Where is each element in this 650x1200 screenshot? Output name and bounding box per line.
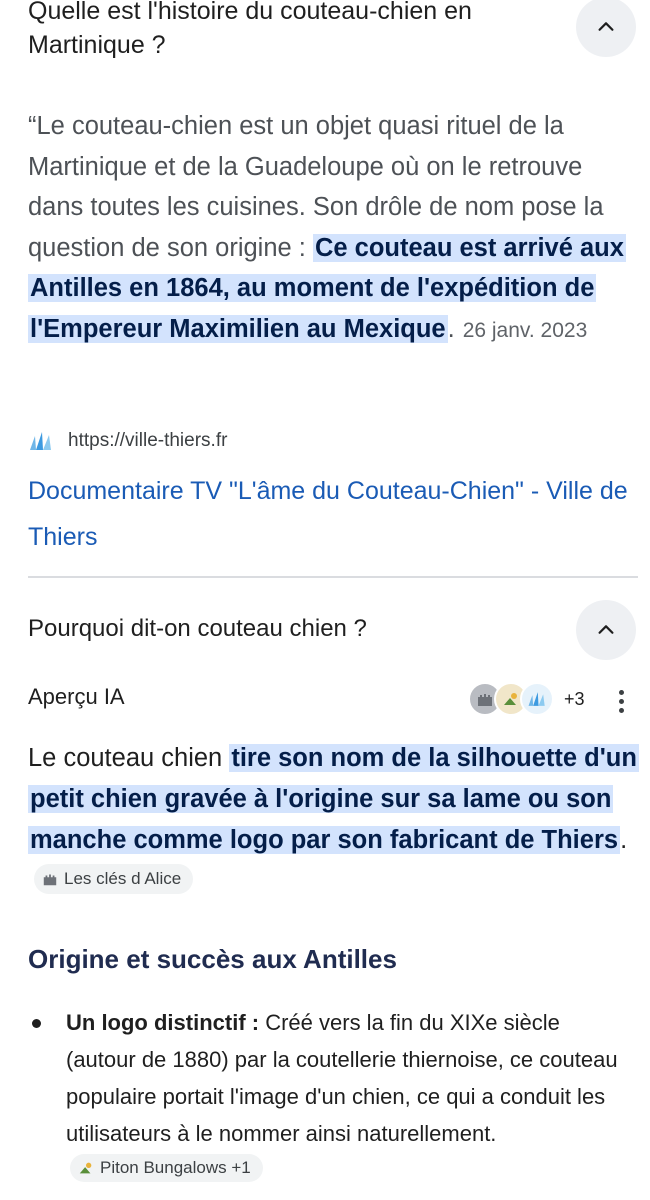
divider bbox=[28, 576, 638, 578]
ville-thiers-thumbnail-icon bbox=[520, 682, 554, 716]
collapse-button-2[interactable] bbox=[576, 600, 636, 660]
faq-question-2[interactable]: Pourquoi dit-on couteau chien ? bbox=[28, 612, 548, 646]
more-sources-count: +3 bbox=[564, 688, 585, 709]
castle-icon bbox=[43, 874, 57, 886]
kebab-dot bbox=[618, 707, 624, 713]
kebab-dot bbox=[618, 689, 624, 695]
more-options-button[interactable] bbox=[611, 684, 631, 718]
source-row[interactable]: https://ville-thiers.fr bbox=[28, 426, 227, 456]
citation-chip-label: Les clés d Alice bbox=[64, 869, 182, 888]
citation-chip[interactable]: Les clés d Alice bbox=[34, 864, 194, 894]
chevron-up-icon bbox=[598, 625, 614, 634]
kebab-dot bbox=[618, 698, 624, 704]
ai-text-period: . bbox=[620, 826, 628, 854]
bungalow-icon bbox=[79, 1162, 92, 1174]
citation-chip[interactable]: Piton Bungalows +1 bbox=[70, 1154, 263, 1182]
chevron-up-icon bbox=[598, 22, 614, 31]
bullet-dot bbox=[32, 1019, 41, 1028]
snippet-date: 26 janv. 2023 bbox=[462, 318, 588, 342]
collapse-button-1[interactable] bbox=[576, 0, 636, 57]
source-url: https://ville-thiers.fr bbox=[68, 430, 228, 451]
list-item: Un logo distinctif : Créé vers la fin du… bbox=[28, 1004, 628, 1189]
featured-snippet: “Le couteau-chien est un objet quasi rit… bbox=[28, 106, 638, 351]
faq-question-1[interactable]: Quelle est l'histoire du couteau-chien e… bbox=[28, 0, 548, 62]
result-title-link[interactable]: Documentaire TV "L'âme du Couteau-Chien"… bbox=[28, 468, 643, 560]
citation-chip-label: Piton Bungalows +1 bbox=[100, 1158, 251, 1177]
source-thumbnails[interactable]: +3 bbox=[468, 682, 585, 716]
snippet-period: . bbox=[447, 314, 455, 343]
bullet-title: Un logo distinctif : bbox=[66, 1010, 260, 1035]
bullet-list: Un logo distinctif : Créé vers la fin du… bbox=[28, 1004, 628, 1189]
ai-overview-text: Le couteau chien tire son nom de la silh… bbox=[28, 738, 639, 902]
ai-overview-label: Aperçu IA bbox=[28, 684, 125, 709]
ai-text-intro: Le couteau chien bbox=[28, 744, 230, 772]
ville-thiers-logo-icon bbox=[30, 432, 51, 450]
section-heading: Origine et succès aux Antilles bbox=[28, 944, 397, 974]
